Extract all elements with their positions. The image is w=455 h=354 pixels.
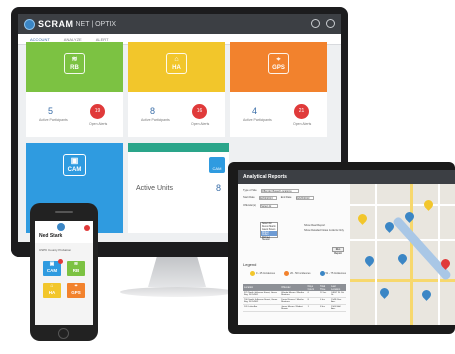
map-pin-icon[interactable] (403, 210, 416, 223)
gps-participant-label: Active Participants (243, 118, 272, 122)
offenders-dropdown[interactable]: Select All Devon Martin Jason Peters Rob… (260, 222, 278, 241)
end-date-field[interactable]: 02/26/2013 (295, 196, 314, 200)
inventory-header: Inventory (128, 143, 229, 157)
map-pin-icon[interactable] (378, 286, 391, 299)
report-form: Type of Site Offender Based Locations St… (238, 184, 350, 325)
alert-badge (58, 259, 63, 264)
brand-mark-icon (24, 18, 35, 30)
participant-name: Ned Stark (39, 233, 63, 239)
map-pin-icon[interactable] (396, 252, 409, 265)
legend: 0 - 25 Incidences 26 - 50 Incidences 51 … (250, 271, 346, 276)
start-date-field[interactable]: 02/02/2013 (258, 196, 277, 200)
table-row[interactable]: 700 South Jefferson Street, Green Bay, W… (243, 297, 346, 305)
legend-item: 51 - 75 Incidences (319, 271, 346, 276)
house-icon: ⌂ HA (166, 53, 187, 74)
legend-title: Legend (243, 262, 257, 267)
river (391, 215, 453, 282)
ha-participant-label: Active Participants (141, 118, 170, 122)
end-date-label: End Date (280, 196, 292, 199)
ha-alert-label: Open Alerts (191, 122, 210, 126)
map-pin-icon[interactable] (356, 212, 369, 225)
home-button[interactable] (58, 328, 69, 339)
run-report-button[interactable]: Run Report (332, 247, 344, 255)
tile-ha-header: ⌂ HA (128, 42, 225, 92)
breath-icon: ≋ RB (64, 53, 85, 74)
user-icon[interactable] (311, 19, 320, 28)
inventory-camera-icon: CAM (209, 157, 225, 173)
tile-gps-header: ⌖ GPS (230, 42, 327, 92)
active-units-label: Active Units (136, 185, 173, 192)
map-pin-icon[interactable] (422, 198, 435, 211)
site-type-select[interactable]: Offender Based Locations (260, 189, 299, 193)
tablet-device: Analytical Reports Type of Site Offender… (228, 162, 455, 334)
phone-header: Ned Stark (35, 221, 93, 243)
report-table: Location Offender Days Count Total Time … (243, 284, 346, 312)
app-header: SCRAM NET | OPTIX (18, 14, 341, 34)
dropdown-option[interactable]: Jason Peters (261, 229, 277, 232)
map-pin-icon[interactable] (363, 254, 376, 267)
house-icon: ⌂ (50, 283, 54, 289)
phone-device: Ned Stark USPK County Probation ▣ CAM ≋ RB… (30, 203, 98, 341)
pin-icon (250, 271, 255, 276)
brand-mark-icon (57, 223, 65, 231)
notification-icon[interactable] (84, 225, 90, 231)
site-type-label: Type of Site (243, 189, 257, 192)
inventory-panel: Inventory CAM Active Units 8 (128, 143, 229, 233)
phone-screen: Ned Stark USPK County Probation ▣ CAM ≋ RB… (35, 221, 93, 325)
phone-tile-rb[interactable]: ≋ RB (67, 261, 85, 276)
location-pin-icon: ⌖ (74, 283, 78, 289)
phone-speaker (55, 211, 73, 213)
brand-name: SCRAM (38, 19, 74, 29)
gps-alert-badge[interactable]: 21 (294, 104, 309, 119)
start-date-label: Start Date (243, 196, 255, 199)
tile-ha[interactable]: ⌂ HA 8 Active Participants 16 Open Alerts (128, 42, 225, 137)
offenders-label: Offender(s) (243, 204, 257, 207)
location-pin-icon: ⌖ GPS (268, 53, 289, 74)
map-pin-icon[interactable] (420, 288, 433, 301)
brand-suffix: NET | OPTIX (75, 20, 117, 28)
table-header-row: Location Offender Days Count Total Time … (243, 284, 346, 291)
tile-gps[interactable]: ⌖ GPS 4 Active Participants 21 Open Alert… (230, 42, 327, 137)
option-real-report[interactable]: Show Real Report (304, 224, 344, 227)
table-row[interactable]: 101 Lake Ave Jonas Mason / Robert Mamin 1 8… (243, 304, 346, 312)
monitor-stand (148, 257, 206, 287)
legend-item: 26 - 50 Incidences (284, 271, 311, 276)
tile-rb-header: ≋ RB (26, 42, 123, 92)
inventory-title: Inventory (136, 152, 153, 157)
legend-item: 0 - 25 Incidences (250, 271, 275, 276)
incident-map[interactable] (350, 184, 455, 325)
active-units-value: 8 (215, 183, 221, 193)
option-detailed-notes[interactable]: Show Detailed Notes & Alerts Only (304, 229, 344, 232)
tile-rb[interactable]: ≋ RB 5 Active Participants 19 Open Alerts (26, 42, 123, 137)
ha-participant-count: 8 (150, 106, 156, 116)
pin-icon (284, 271, 290, 276)
phone-tile-cam[interactable]: ▣ CAM (43, 259, 63, 276)
report-title: Analytical Reports (238, 170, 455, 184)
camera-icon: ▣ CAM (63, 154, 86, 176)
phone-tile-gps[interactable]: ⌖ GPS (67, 283, 85, 298)
breath-icon: ≋ (73, 261, 79, 267)
settings-icon[interactable] (326, 19, 335, 28)
rb-participant-label: Active Participants (39, 118, 68, 122)
ha-alert-badge[interactable]: 16 (192, 104, 207, 119)
offenders-select[interactable]: Select Al (260, 204, 279, 208)
rb-alert-label: Open Alerts (89, 122, 108, 126)
rb-alert-badge[interactable]: 19 (90, 104, 105, 119)
pin-icon (319, 271, 325, 276)
dropdown-option[interactable]: Michael Stewart (261, 236, 277, 241)
tablet-screen: Analytical Reports Type of Site Offender… (238, 170, 455, 325)
gps-participant-count: 4 (252, 106, 258, 116)
monitor-base (120, 287, 234, 297)
brand-logo[interactable]: SCRAM NET | OPTIX (24, 18, 116, 30)
rb-participant-count: 5 (48, 106, 54, 116)
gps-alert-label: Open Alerts (293, 122, 312, 126)
program-name: USPK County Probation (39, 248, 72, 252)
phone-tile-ha[interactable]: ⌂ HA (43, 283, 61, 298)
